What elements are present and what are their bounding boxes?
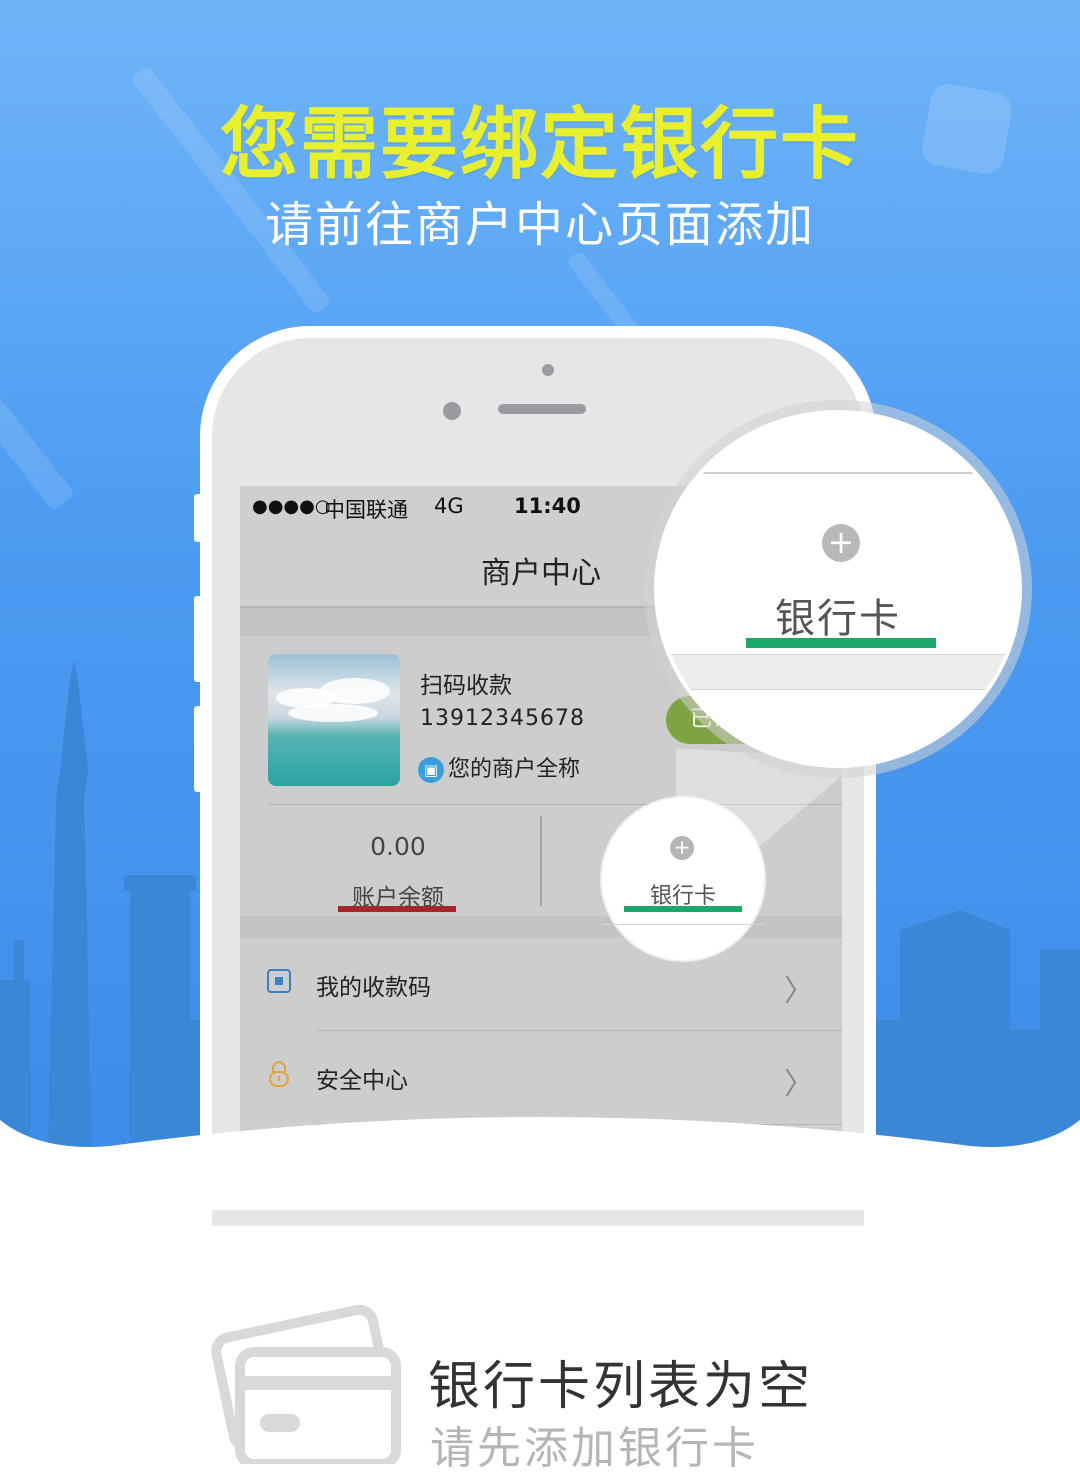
divider [602,924,764,925]
carrier-name: 中国联通 [324,498,408,522]
section-gap [658,654,1018,690]
hero-title: 您需要绑定银行卡 [219,100,860,190]
merchant-avatar[interactable] [268,654,400,786]
bank-card-highlight-bar [624,906,742,912]
magnified-highlight-bar [746,638,936,648]
plus-circle-icon: + [670,836,694,860]
merchant-phone: 13912345678 [420,706,585,731]
phone-side-button [194,596,202,682]
divider [268,804,842,805]
magnifier-zoom: + 银行卡 [654,410,1022,768]
qr-code-icon [267,969,291,993]
balance-value[interactable]: 0.00 [240,832,556,861]
cloud-shape [320,678,390,704]
phone-sensor [443,402,461,420]
merchant-full-name: ▣ 您的商户全称 [418,751,580,783]
signal-indicator: ●●●●○ [252,496,331,517]
merchant-full-name-text: 您的商户全称 [448,757,581,782]
balance-highlight-bar [338,906,456,912]
store-icon: ▣ [418,757,444,783]
magnified-bank-card-label: 银行卡 [775,596,901,642]
phone-speaker [498,404,586,414]
phone-side-button [194,706,202,792]
divider [658,472,1018,474]
wave-divider [0,1117,1080,1210]
vertical-divider [540,816,542,906]
cloud-shape [288,704,378,722]
menu-item-label: 我的收款码 [316,975,431,1001]
menu-item-payment-code[interactable]: 我的收款码 〉 [240,938,842,1030]
network-type: 4G [434,494,464,518]
merchant-name: 扫码收款 [420,673,512,699]
empty-state-subtitle: 请先添加银行卡 [430,1423,759,1474]
plus-circle-icon: + [822,524,860,562]
phone-side-button [194,494,202,542]
chevron-right-icon: 〉 [784,974,814,1009]
empty-state-title: 银行卡列表为空 [428,1357,814,1417]
lock-icon [269,1061,289,1087]
light-streak [0,288,76,512]
hero-subtitle: 请前往商户中心页面添加 [264,197,815,253]
phone-camera [542,364,554,376]
bank-card-button[interactable]: + 银行卡 [602,798,764,960]
status-time: 11:40 [514,494,581,518]
bank-cards-icon [211,1304,401,1464]
